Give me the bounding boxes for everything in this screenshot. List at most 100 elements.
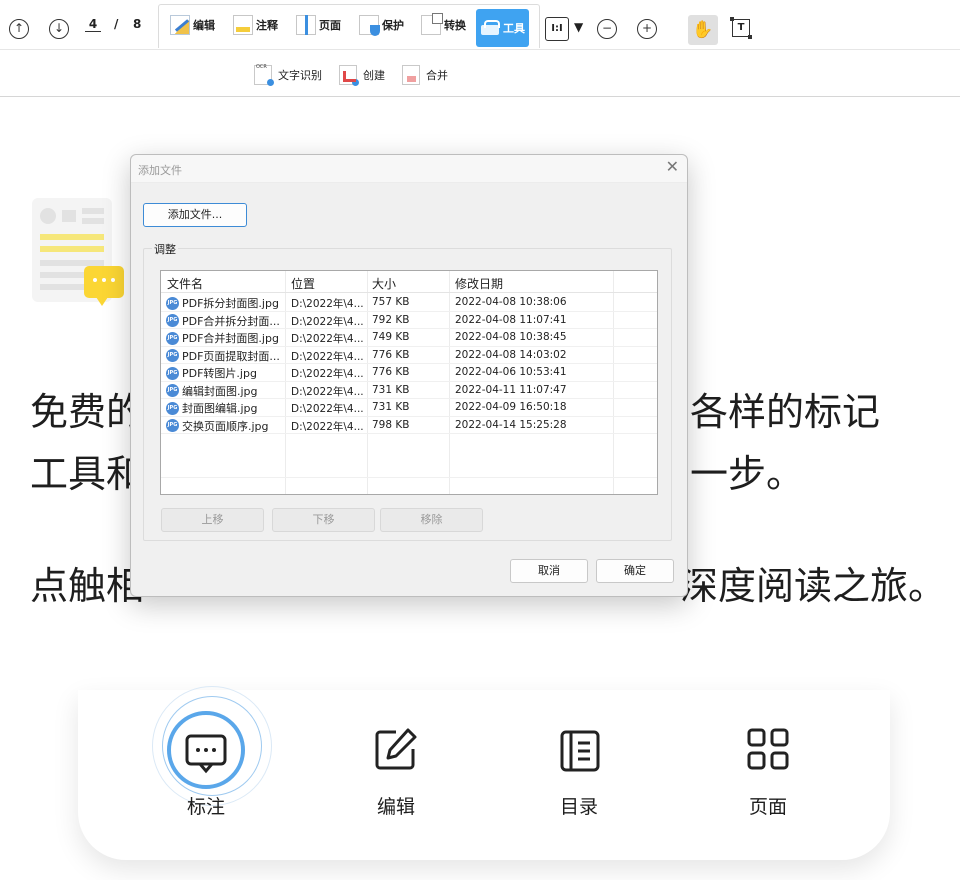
file-location: D:\2022年\4... — [291, 420, 363, 433]
pages-grid-icon[interactable] — [746, 727, 790, 771]
file-name: 编辑封面图.jpg — [182, 384, 258, 398]
tab-protect[interactable]: 保护 — [355, 10, 408, 40]
table-header: 文件名 位置 大小 修改日期 — [161, 271, 657, 293]
zoom-in-icon[interactable]: + — [637, 19, 657, 39]
nav-edit-label[interactable]: 编辑 — [356, 792, 436, 819]
jpg-file-icon: JPG — [166, 314, 179, 327]
column-header-date[interactable]: 修改日期 — [455, 275, 503, 292]
file-location: D:\2022年\4... — [291, 385, 363, 398]
ocr-button[interactable]: 文字识别 — [254, 64, 322, 86]
edit-icon — [170, 15, 190, 35]
file-name-cell: JPG PDF合并封面图.jpg — [166, 330, 284, 346]
protect-icon — [359, 15, 380, 36]
file-name: 交换页面顺序.jpg — [182, 419, 269, 433]
total-pages: 8 — [133, 17, 142, 31]
table-row[interactable]: JPG 编辑封面图.jpg D:\2022年\4... 731 KB 2022-04-1… — [161, 382, 657, 399]
add-files-button[interactable]: 添加文件... — [143, 203, 247, 227]
adjust-group-label: 调整 — [152, 241, 178, 257]
text-select-icon[interactable]: T — [730, 17, 752, 39]
file-date: 2022-04-08 10:38:06 — [455, 296, 567, 308]
move-up-button[interactable]: 上移 — [161, 508, 264, 532]
file-size: 731 KB — [372, 383, 410, 396]
doc-line1-left: 免费的 — [30, 390, 145, 434]
file-date: 2022-04-08 14:03:02 — [455, 348, 567, 361]
fit-width-icon[interactable]: I:I — [545, 17, 569, 41]
doc-line2-left: 工具和 — [30, 452, 145, 496]
tab-convert-label: 转换 — [444, 19, 466, 32]
column-header-name[interactable]: 文件名 — [167, 275, 203, 292]
tab-page[interactable]: 页面 — [292, 10, 345, 40]
doc-line2-right: 一步。 — [690, 452, 805, 496]
tab-tools[interactable]: 工具 — [476, 9, 529, 47]
file-name-cell: JPG 封面图编辑.jpg — [166, 400, 284, 416]
merge-button[interactable]: 合并 — [402, 64, 448, 86]
file-location: D:\2022年\4... — [291, 403, 363, 415]
file-size: 776 KB — [372, 348, 410, 361]
file-name: 封面图编辑.jpg — [182, 402, 258, 415]
file-size: 731 KB — [372, 401, 410, 413]
prev-page-icon[interactable]: ↑ — [9, 19, 29, 39]
tab-edit-label: 编辑 — [193, 19, 215, 32]
file-name-cell: JPG PDF页面提取封面... — [166, 348, 284, 364]
close-icon[interactable]: ✕ — [666, 157, 679, 177]
file-name-cell: JPG 编辑封面图.jpg — [166, 383, 284, 399]
file-size: 757 KB — [372, 296, 410, 308]
move-down-button[interactable]: 下移 — [272, 508, 375, 532]
file-date: 2022-04-08 10:38:45 — [455, 331, 567, 343]
jpg-file-icon: JPG — [166, 331, 179, 345]
dialog-title: 添加文件 — [138, 164, 182, 177]
tools-icon — [480, 18, 500, 38]
file-name-cell: JPG PDF拆分封面图.jpg — [166, 295, 284, 311]
doc-line1-right: 各样的标记 — [690, 390, 881, 434]
file-size: 749 KB — [372, 331, 410, 343]
create-label: 创建 — [363, 69, 385, 82]
ok-button[interactable]: 确定 — [596, 559, 674, 583]
nav-annotate-label[interactable]: 标注 — [166, 792, 246, 819]
remove-button[interactable]: 移除 — [380, 508, 483, 532]
create-button[interactable]: 创建 — [339, 64, 385, 86]
file-date: 2022-04-14 15:25:28 — [455, 418, 567, 431]
tab-annotate[interactable]: 注释 — [229, 10, 282, 40]
table-row[interactable]: JPG PDF转图片.jpg D:\2022年\4... 776 KB 2022-04-… — [161, 364, 657, 382]
file-name-cell: JPG 交换页面顺序.jpg — [166, 418, 284, 434]
comment-icon[interactable] — [184, 731, 228, 775]
toc-list-icon[interactable] — [558, 729, 602, 773]
dialog-titlebar[interactable] — [131, 155, 687, 183]
cancel-button[interactable]: 取消 — [510, 559, 588, 583]
file-list-table[interactable]: 文件名 位置 大小 修改日期 JPG PDF拆分封面图.jpg D:\2022年\4… — [160, 270, 658, 495]
file-location: D:\2022年\4... — [291, 368, 363, 380]
column-header-location[interactable]: 位置 — [291, 275, 315, 292]
tab-convert[interactable]: 转换 — [417, 10, 470, 40]
page-icon — [296, 15, 316, 35]
file-size: 776 KB — [372, 366, 410, 378]
table-row[interactable]: JPG 封面图编辑.jpg D:\2022年\4... 731 KB 2022-04-0… — [161, 399, 657, 417]
edit-pencil-icon[interactable] — [374, 727, 418, 771]
fit-dropdown-caret[interactable]: ▼ — [574, 20, 583, 34]
jpg-file-icon: JPG — [166, 349, 179, 362]
jpg-file-icon: JPG — [166, 366, 179, 380]
table-row[interactable]: JPG PDF拆分封面图.jpg D:\2022年\4... 757 KB 2022-0… — [161, 294, 657, 312]
nav-pages-label[interactable]: 页面 — [728, 792, 808, 819]
tab-edit[interactable]: 编辑 — [166, 10, 219, 40]
jpg-file-icon: JPG — [166, 384, 179, 397]
table-row[interactable]: JPG PDF合并拆分封面... D:\2022年\4... 792 KB 2022-0… — [161, 312, 657, 329]
page-separator: / — [114, 17, 119, 31]
nav-toc-label[interactable]: 目录 — [539, 792, 619, 819]
speech-bubble-icon — [84, 266, 124, 306]
table-row[interactable]: JPG PDF页面提取封面... D:\2022年\4... 776 KB 2022-0… — [161, 347, 657, 364]
next-page-icon[interactable]: ↓ — [49, 19, 69, 39]
file-name-cell: JPG PDF转图片.jpg — [166, 365, 284, 381]
file-location: D:\2022年\4... — [291, 315, 363, 328]
annotate-icon — [233, 15, 253, 35]
merge-label: 合并 — [426, 69, 448, 82]
ocr-label: 文字识别 — [278, 69, 322, 82]
table-row[interactable]: JPG PDF合并封面图.jpg D:\2022年\4... 749 KB 2022-0… — [161, 329, 657, 347]
tab-page-label: 页面 — [319, 19, 341, 32]
file-date: 2022-04-08 11:07:41 — [455, 313, 567, 326]
zoom-out-icon[interactable]: − — [597, 19, 617, 39]
current-page-input[interactable]: 4 — [85, 17, 101, 32]
file-size: 792 KB — [372, 313, 410, 326]
table-row[interactable]: JPG 交换页面顺序.jpg D:\2022年\4... 798 KB 2022-04-… — [161, 417, 657, 434]
column-header-size[interactable]: 大小 — [372, 275, 396, 292]
hand-tool-icon[interactable]: ✋ — [688, 15, 718, 45]
